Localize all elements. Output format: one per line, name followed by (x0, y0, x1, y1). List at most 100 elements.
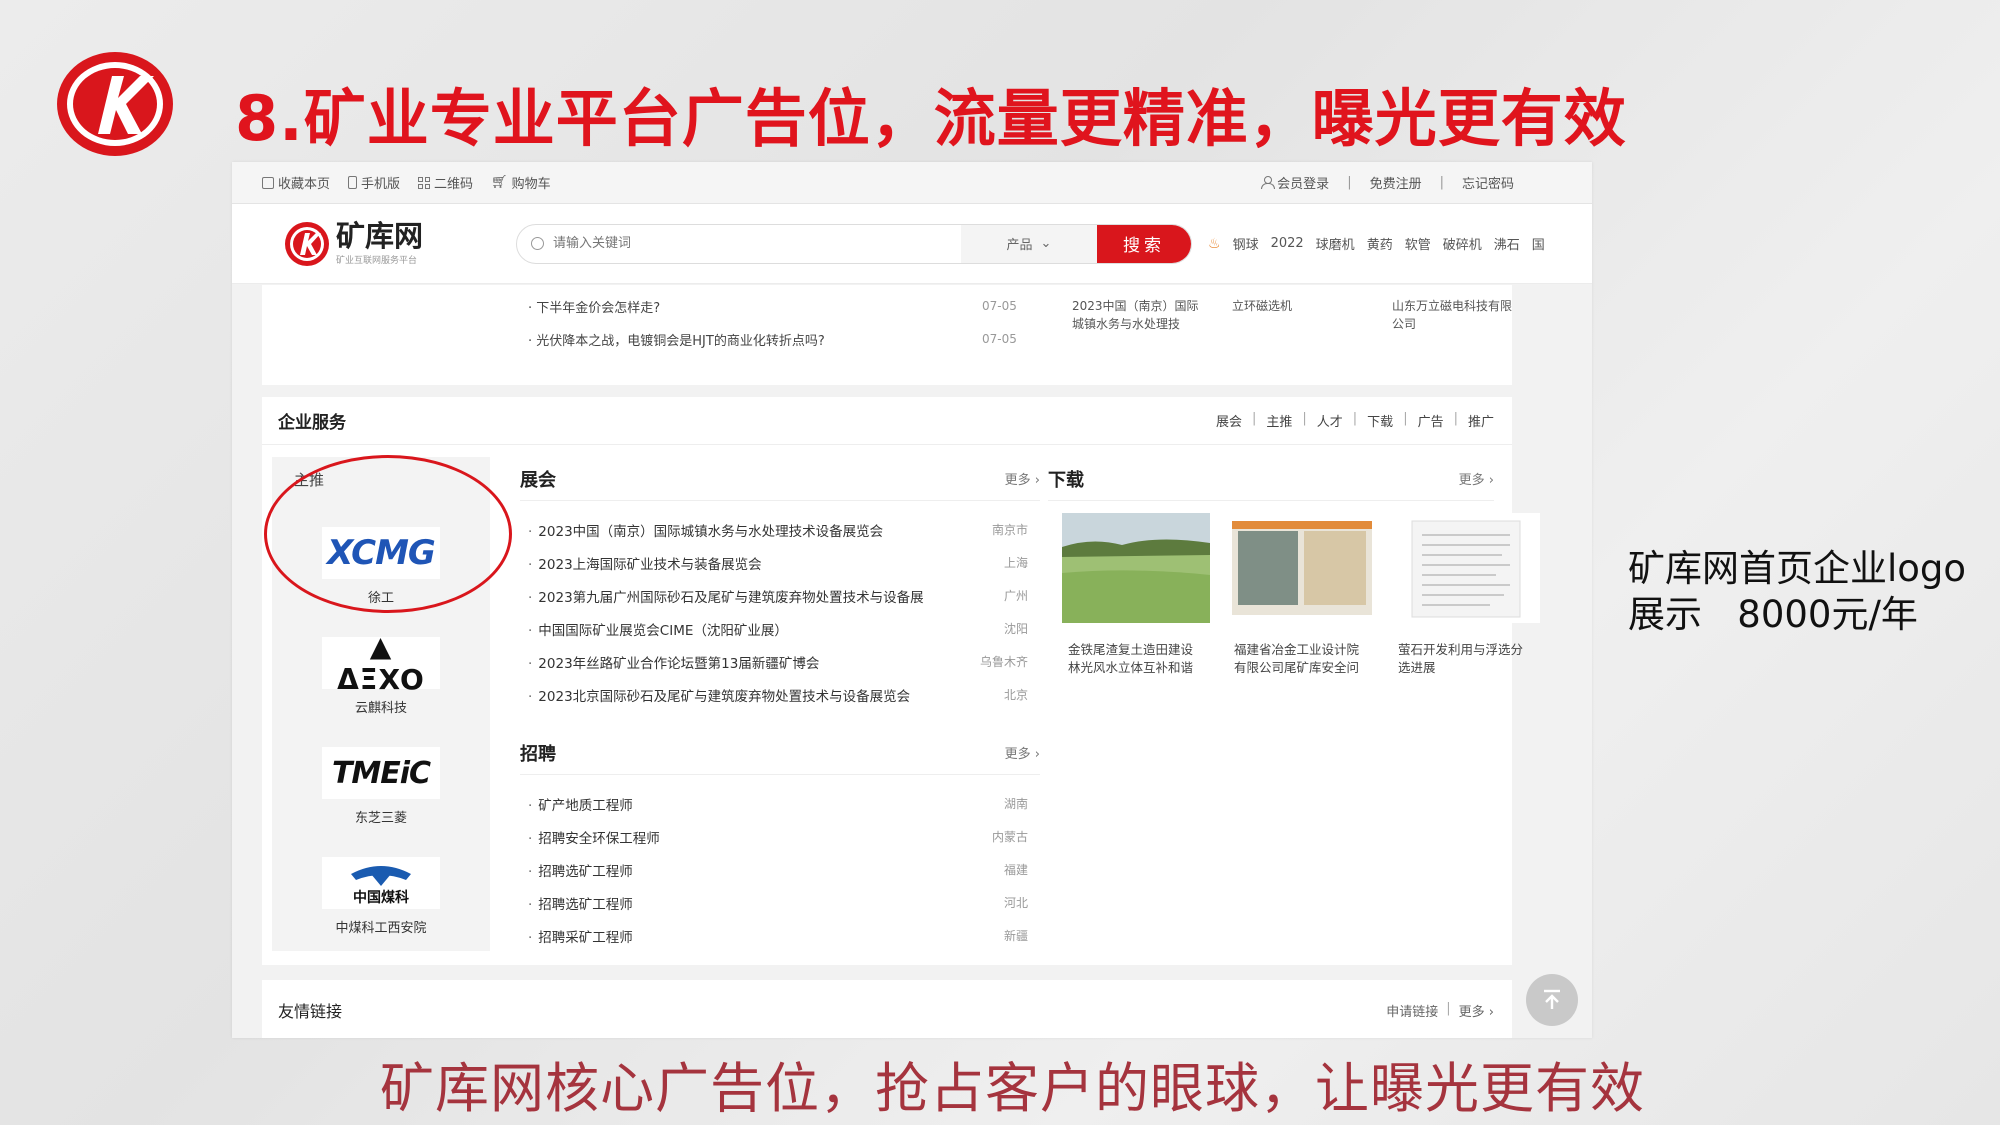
search-button[interactable]: 搜索 (1097, 224, 1191, 263)
list-item[interactable]: 招聘选矿工程师河北 (528, 886, 1028, 919)
download-card[interactable]: 福建省冶金工业设计院有限公司尾矿库安全问 (1228, 513, 1376, 677)
search-type-select[interactable]: 产品 ⌄ (961, 224, 1097, 263)
tab-download[interactable]: 下载 (1367, 411, 1393, 430)
sponsor-card-aexo[interactable]: ▲ ΔΞXO 云麒科技 (302, 630, 460, 716)
news-card[interactable]: 2023中国（南京）国际城镇水务与水处理技 (1072, 297, 1202, 333)
tab-ads[interactable]: 广告 (1418, 411, 1444, 430)
news-date: 07-05 (982, 332, 1017, 346)
forgot-password-link[interactable]: 忘记密码 (1462, 173, 1514, 192)
download-title: 福建省冶金工业设计院有限公司尾矿库安全问 (1234, 642, 1360, 675)
jobs-more-link[interactable]: 更多 › (1005, 743, 1040, 762)
search-input[interactable] (517, 224, 961, 263)
highlight-circle (264, 455, 512, 613)
cart-label: 购物车 (511, 177, 551, 192)
hot-keyword[interactable]: 软管 (1405, 234, 1431, 253)
apply-link[interactable]: 申请链接 (1386, 1001, 1438, 1020)
aexo-logo: ▲ ΔΞXO (322, 630, 440, 696)
sponsor-card-tmeic[interactable]: TMEiC 东芝三菱 (302, 747, 460, 826)
section-title: 企业服务 (278, 413, 346, 433)
news-panel: · 下半年金价会怎样走? 07-05 · 光伏降本之战，电镀铜会是HJT的商业化… (262, 285, 1512, 385)
aexo-mark-icon: ▲ (369, 630, 393, 663)
friend-links-panel: 友情链接 申请链接 | 更多 › (262, 980, 1512, 1038)
back-to-top-button[interactable] (1526, 974, 1578, 1026)
downloads-header: 下载 更多 › (1048, 457, 1494, 501)
list-item[interactable]: 矿产地质工程师湖南 (528, 787, 1028, 820)
search-type-label: 产品 (1006, 238, 1033, 253)
price-note-line: 展示 8000元/年 (1628, 593, 1918, 636)
downloads-more-link[interactable]: 更多 › (1459, 469, 1494, 488)
news-card[interactable]: 立环磁选机 (1232, 297, 1362, 315)
qrcode-link[interactable]: 二维码 (418, 173, 473, 192)
section-links: 展会 | 主推 | 人才 | 下载 | 广告 | 推广 (1215, 411, 1494, 430)
expo-more-link[interactable]: 更多 › (1005, 469, 1040, 488)
register-link[interactable]: 免费注册 (1370, 173, 1422, 192)
sponsor-name: 云麒科技 (354, 701, 407, 716)
jobs-title: 招聘 (520, 743, 556, 765)
sponsor-name: 中煤科工西安院 (335, 921, 427, 936)
price-note: 矿库网首页企业logo 展示 8000元/年 (1628, 546, 1966, 638)
downloads-title: 下载 (1048, 469, 1084, 491)
friend-more-link[interactable]: 更多 › (1459, 1001, 1494, 1020)
tab-promotion[interactable]: 推广 (1468, 411, 1494, 430)
list-item[interactable]: 2023上海国际矿业技术与装备展览会上海 (528, 546, 1028, 579)
hot-keyword[interactable]: 破碎机 (1443, 234, 1482, 253)
qrcode-icon (418, 176, 431, 189)
friend-links-title: 友情链接 (278, 1002, 343, 1021)
tab-featured[interactable]: 主推 (1266, 411, 1292, 430)
download-title: 金铁尾渣复土造田建设林光风水立体互补和谐 (1068, 642, 1194, 675)
list-item[interactable]: 招聘采矿工程师新疆 (528, 919, 1028, 952)
tab-expo[interactable]: 展会 (1216, 411, 1242, 430)
hot-keywords: ♨ 钢球 2022 球磨机 黄药 软管 破碎机 沸石 国 (1208, 234, 1545, 254)
report-thumbnail (1228, 513, 1376, 623)
list-item[interactable]: 2023中国（南京）国际城镇水务与水处理技术设备展览会南京市 (528, 513, 1028, 546)
cart-icon: 🛒︎ (491, 175, 508, 190)
qrcode-label: 二维码 (434, 177, 474, 192)
list-item[interactable]: 招聘安全环保工程师内蒙古 (528, 820, 1028, 853)
list-item[interactable]: 2023年丝路矿业合作论坛暨第13届新疆矿博会乌鲁木齐 (528, 645, 1028, 678)
list-item[interactable]: 招聘选矿工程师福建 (528, 853, 1028, 886)
cart-link[interactable]: 🛒︎ 购物车 (491, 173, 551, 192)
sponsor-card-ccteg[interactable]: 中国煤科 中煤科工西安院 (302, 857, 460, 936)
list-item[interactable]: 2023第九届广州国际砂石及尾矿与建筑废弃物处置技术与设备展广州 (528, 579, 1028, 612)
chevron-down-icon: ⌄ (1040, 236, 1052, 251)
phone-icon (348, 176, 358, 189)
login-label: 会员登录 (1277, 177, 1330, 192)
list-item[interactable]: 2023北京国际砂石及尾矿与建筑废弃物处置技术与设备展览会北京 (528, 678, 1028, 711)
slide-title: 8.矿业专业平台广告位，流量更精准，曝光更有效 (235, 82, 1627, 155)
arrow-up-icon (1544, 989, 1560, 1009)
hot-keyword[interactable]: 球磨机 (1316, 234, 1355, 253)
brand-subtitle: 矿业互联网服务平台 (336, 256, 418, 266)
divider: | (1439, 175, 1444, 190)
top-bar: 收藏本页 手机版 二维码 🛒︎ 购物车 会员登录 | 免费注册 | 忘记密码 (232, 162, 1592, 204)
news-item[interactable]: · 下半年金价会怎样走? (528, 297, 660, 316)
hot-keyword[interactable]: 国 (1532, 234, 1545, 253)
hot-keyword[interactable]: 2022 (1271, 236, 1304, 251)
ccteg-logo: 中国煤科 (322, 857, 440, 909)
hot-keyword[interactable]: 黄药 (1367, 234, 1393, 253)
news-item[interactable]: · 光伏降本之战，电镀铜会是HJT的商业化转折点吗? (528, 330, 825, 349)
news-card[interactable]: 山东万立磁电科技有限公司 (1392, 297, 1522, 333)
site-header: 矿库网 矿业互联网服务平台 产品 ⌄ 搜索 ♨ 钢球 2022 球磨机 黄药 软… (232, 204, 1592, 284)
download-card[interactable]: 金铁尾渣复土造田建设林光风水立体互补和谐 (1062, 513, 1210, 677)
site-logo[interactable]: 矿库网 矿业互联网服务平台 (284, 221, 500, 267)
download-title: 萤石开发利用与浮选分选进展 (1398, 642, 1524, 675)
brand-name: 矿库网 (336, 219, 424, 253)
document-thumbnail (1392, 513, 1540, 623)
download-card[interactable]: 萤石开发利用与浮选分选进展 (1392, 513, 1540, 677)
bookmark-link[interactable]: 收藏本页 (262, 173, 330, 192)
mobile-link[interactable]: 手机版 (348, 173, 400, 192)
list-item[interactable]: 中国国际矿业展览会CIME（沈阳矿业展）沈阳 (528, 612, 1028, 645)
sponsor-name: 东芝三菱 (354, 811, 407, 826)
tab-talent[interactable]: 人才 (1317, 411, 1343, 430)
field-thumbnail (1062, 513, 1210, 623)
jobs-list: 矿产地质工程师湖南 招聘安全环保工程师内蒙古 招聘选矿工程师福建 招聘选矿工程师… (528, 787, 1028, 952)
mobile-label: 手机版 (361, 177, 401, 192)
svg-text:中国煤科: 中国煤科 (353, 889, 409, 906)
hot-keyword[interactable]: 沸石 (1494, 234, 1520, 253)
jobs-header: 招聘 更多 › (520, 731, 1040, 775)
hot-keyword[interactable]: 钢球 (1233, 234, 1259, 253)
fire-icon: ♨ (1208, 235, 1221, 252)
login-link[interactable]: 会员登录 (1261, 173, 1329, 192)
tmeic-logo: TMEiC (322, 747, 440, 799)
news-date: 07-05 (982, 299, 1017, 313)
